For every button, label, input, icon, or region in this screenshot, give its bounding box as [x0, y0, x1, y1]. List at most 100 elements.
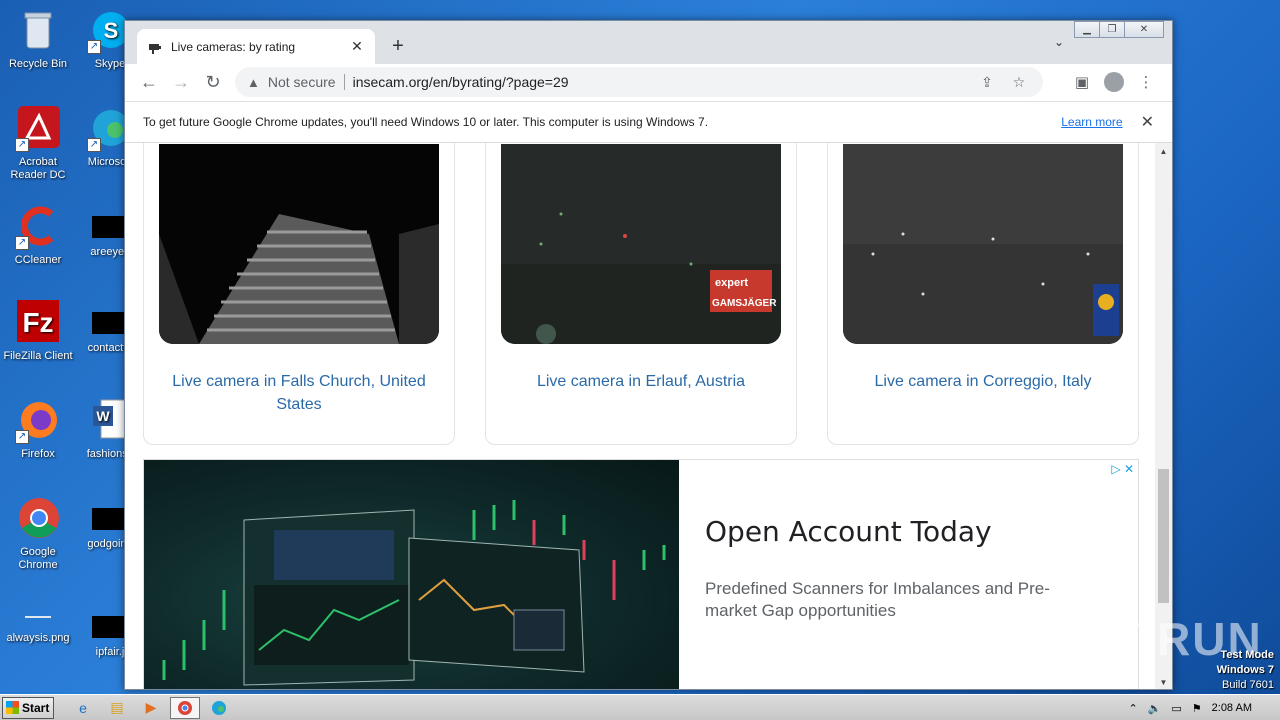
file-icon — [92, 508, 128, 530]
edge-taskbar-icon[interactable] — [204, 697, 234, 719]
acrobat-icon: ↗ — [15, 106, 61, 152]
file-icon — [92, 312, 128, 334]
recycle-bin-icon — [15, 8, 61, 54]
close-window-button[interactable]: ✕ — [1124, 21, 1164, 38]
divider — [343, 74, 345, 90]
address-bar[interactable]: ▲ Not secure insecam.org/en/byrating/?pa… — [235, 67, 1043, 97]
camera-favicon-icon — [147, 39, 163, 55]
chrome-icon — [15, 496, 61, 542]
infobar-message: To get future Google Chrome updates, you… — [143, 115, 709, 129]
taskbar: Start e ▤ ▶ ⌃ 🔈 ▭ ⚑ 2:08 AM — [0, 694, 1280, 720]
page-content: Live camera in Falls Church, United Stat… — [125, 143, 1172, 689]
share-icon[interactable]: ⇪ — [975, 74, 999, 91]
new-tab-button[interactable]: + — [387, 35, 409, 58]
desktop-icon-recycle-bin[interactable]: Recycle Bin — [0, 8, 76, 71]
camera-card: Live camera in Falls Church, United Stat… — [143, 143, 455, 445]
side-panel-icon[interactable]: ▣ — [1066, 67, 1098, 97]
desktop-icon-label: CCleaner — [14, 254, 62, 266]
camera-link[interactable]: Live camera in Correggio, Italy — [838, 370, 1128, 393]
desktop-icon-label: Acrobat Reader DC — [10, 156, 66, 181]
tray-expand-icon[interactable]: ⌃ — [1128, 702, 1137, 715]
test-mode-line: Test Mode — [1220, 649, 1274, 661]
restore-button[interactable]: ❐ — [1099, 21, 1125, 38]
window-controls: ▁ ❐ ✕ — [1074, 21, 1164, 38]
avatar — [1104, 72, 1124, 92]
explorer-taskbar-icon[interactable]: ▤ — [102, 697, 132, 719]
media-player-taskbar-icon[interactable]: ▶ — [136, 697, 166, 719]
update-infobar: To get future Google Chrome updates, you… — [125, 101, 1172, 143]
tab-title: Live cameras: by rating — [171, 39, 296, 54]
windows-version-line: Windows 7 — [1216, 664, 1274, 676]
tab-live-cameras[interactable]: Live cameras: by rating ✕ — [137, 29, 375, 64]
camera-card: expert GAMSJÄGER Live camera in Erlauf, … — [485, 143, 797, 445]
system-tray: ⌃ 🔈 ▭ ⚑ 2:08 AM — [1128, 695, 1280, 720]
toolbar: ← → ↻ ▲ Not secure insecam.org/en/byrati… — [125, 64, 1172, 101]
desktop-icon-label: Recycle Bin — [8, 58, 68, 70]
back-button[interactable]: ← — [133, 67, 165, 99]
windows-logo-icon — [6, 701, 19, 714]
scroll-thumb[interactable] — [1158, 469, 1169, 603]
test-mode-notice: Test Mode Windows 7 Build 7601 — [1217, 648, 1274, 693]
volume-icon[interactable]: 🔈 — [1148, 702, 1162, 715]
warning-icon[interactable]: ▲ — [247, 75, 260, 90]
start-button[interactable]: Start — [2, 696, 54, 719]
profile-button[interactable] — [1098, 67, 1130, 97]
tab-close-icon[interactable]: ✕ — [349, 38, 365, 55]
desktop-icon-label: Google Chrome — [18, 546, 58, 571]
tab-strip: Live cameras: by rating ✕ + ⌄ ▁ ❐ ✕ — [125, 21, 1172, 64]
desktop-icon-ccleaner[interactable]: ↗ CCleaner — [0, 204, 76, 267]
ie-taskbar-icon[interactable]: e — [68, 697, 98, 719]
reload-button[interactable]: ↻ — [197, 67, 229, 99]
camera-card: Live camera in Correggio, Italy — [827, 143, 1139, 445]
learn-more-link[interactable]: Learn more — [1061, 115, 1122, 129]
camera-thumbnail[interactable] — [159, 144, 439, 344]
desktop-icon-filezilla[interactable]: Fz FileZilla Client — [0, 300, 76, 363]
forward-button[interactable]: → — [165, 67, 197, 99]
firefox-icon: ↗ — [15, 398, 61, 444]
desktop-icon-acrobat[interactable]: ↗ Acrobat Reader DC — [0, 106, 76, 182]
file-icon — [92, 216, 128, 238]
chrome-taskbar-icon[interactable] — [170, 696, 200, 719]
minimize-button[interactable]: ▁ — [1074, 21, 1100, 38]
svg-text:Fz: Fz — [22, 307, 53, 338]
scroll-up-arrow-icon[interactable]: ▲ — [1155, 143, 1172, 160]
browser-window: Live cameras: by rating ✕ + ⌄ ▁ ❐ ✕ ← → … — [124, 20, 1173, 690]
ad-choices-icon[interactable]: ▷ ✕ — [1111, 462, 1134, 476]
start-label: Start — [22, 700, 50, 715]
desktop-icon-label: FileZilla Client — [3, 350, 73, 362]
camera-thumbnail[interactable]: expert GAMSJÄGER — [501, 144, 781, 344]
ad-banner[interactable]: ▷ ✕ Open Account Today Predefined Scanne… — [143, 459, 1139, 689]
scroll-down-arrow-icon[interactable]: ▼ — [1155, 674, 1172, 689]
ad-image[interactable] — [144, 460, 679, 689]
overlay-text-2: GAMSJÄGER — [712, 296, 777, 309]
ad-body: Predefined Scanners for Imbalances and P… — [705, 579, 1050, 620]
file-icon — [92, 616, 128, 638]
image-icon — [25, 616, 51, 618]
tab-search-chevron-icon[interactable]: ⌄ — [1054, 35, 1064, 49]
svg-text:S: S — [104, 18, 119, 43]
desktop-icon-alwaysis[interactable]: alwaysis.png — [0, 616, 76, 645]
network-icon[interactable]: ▭ — [1171, 702, 1181, 715]
svg-text:W: W — [96, 408, 110, 424]
camera-link[interactable]: Live camera in Falls Church, United Stat… — [154, 370, 444, 416]
desktop-icon-label: alwaysis.png — [6, 632, 70, 644]
desktop-icon-label: Firefox — [21, 448, 55, 460]
filezilla-icon: Fz — [15, 300, 61, 346]
action-center-flag-icon[interactable]: ⚑ — [1192, 702, 1202, 715]
camera-thumbnail[interactable] — [843, 144, 1123, 344]
ccleaner-icon: ↗ — [15, 204, 61, 250]
vertical-scrollbar[interactable]: ▲ ▼ — [1155, 143, 1172, 689]
desktop-icon-firefox[interactable]: ↗ Firefox — [0, 398, 76, 461]
infobar-close-icon[interactable]: ✕ — [1141, 112, 1154, 132]
bookmark-star-icon[interactable]: ☆ — [1007, 74, 1031, 91]
camera-link[interactable]: Live camera in Erlauf, Austria — [496, 370, 786, 393]
desktop-icon-chrome[interactable]: Google Chrome — [0, 496, 76, 572]
toolbar-right: ▣ ⋮ — [1066, 67, 1162, 97]
menu-kebab-icon[interactable]: ⋮ — [1130, 67, 1162, 97]
overlay-text-1: expert — [715, 277, 748, 289]
url-text[interactable]: insecam.org/en/byrating/?page=29 — [353, 74, 967, 90]
ad-title[interactable]: Open Account Today — [705, 515, 992, 548]
build-line: Build 7601 — [1222, 679, 1274, 691]
security-label: Not secure — [267, 74, 336, 90]
clock[interactable]: 2:08 AM — [1212, 702, 1252, 714]
